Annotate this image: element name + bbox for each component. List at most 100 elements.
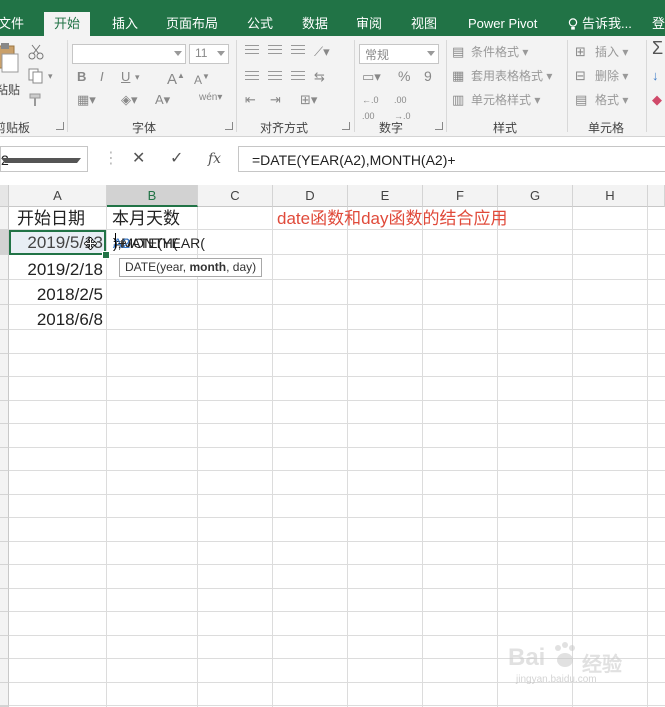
increase-font-icon[interactable]: A▲ — [167, 68, 185, 88]
row-header[interactable] — [0, 541, 9, 565]
decrease-font-icon[interactable]: A▼ — [194, 69, 210, 88]
row-header[interactable] — [0, 471, 9, 495]
align-right-icon[interactable] — [291, 71, 305, 83]
cell-styles-icon[interactable]: ▥ — [452, 92, 464, 108]
delete-cells-icon[interactable]: ⊟ — [575, 68, 586, 84]
number-launcher-icon[interactable] — [435, 122, 443, 130]
font-name-select[interactable] — [72, 44, 186, 64]
tab-data[interactable]: 数据 — [302, 11, 328, 36]
column-header-d[interactable]: D — [273, 185, 348, 207]
conditional-format-icon[interactable]: ▤ — [452, 44, 464, 60]
column-header-partial[interactable] — [648, 185, 665, 207]
percent-button[interactable]: % — [398, 68, 410, 84]
worksheet-grid[interactable]: A B C D E F G H 开始日期 本月天数 date函数和day函数的结… — [0, 185, 665, 707]
autosum-button[interactable]: Σ — [652, 39, 663, 57]
tab-formulas[interactable]: 公式 — [247, 11, 273, 36]
delete-cells-button[interactable]: 删除 ▾ — [595, 68, 628, 84]
merge-center-icon[interactable]: ⊞▾ — [300, 92, 317, 108]
tab-page-layout[interactable]: 页面布局 — [166, 11, 218, 36]
cell-a1[interactable]: 开始日期 — [17, 209, 85, 229]
row-header[interactable] — [0, 494, 9, 518]
cell-b2-editing[interactable]: =DATE(YEAR(A2),MONTH(A2)+ — [107, 231, 327, 254]
tooltip-current-arg[interactable]: month — [189, 260, 226, 274]
row-header[interactable] — [0, 353, 9, 377]
row-header[interactable] — [0, 659, 9, 683]
font-size-select[interactable]: 11 — [189, 44, 229, 64]
underline-button[interactable]: U — [121, 69, 130, 85]
cell-d1[interactable]: date函数和day函数的结合应用 — [277, 209, 508, 229]
row-header[interactable] — [0, 635, 9, 659]
italic-button[interactable]: I — [100, 69, 104, 85]
row-header[interactable] — [0, 588, 9, 612]
tab-review[interactable]: 审阅 — [356, 11, 382, 36]
tell-me-box[interactable]: 告诉我... — [568, 11, 632, 36]
insert-cells-icon[interactable]: ⊞ — [575, 44, 586, 60]
row-header[interactable] — [0, 612, 9, 636]
tab-insert[interactable]: 插入 — [112, 11, 138, 36]
row-header[interactable] — [0, 305, 9, 330]
column-header-h[interactable]: H — [573, 185, 648, 207]
tab-home[interactable]: 开始 — [44, 12, 91, 36]
format-as-table-icon[interactable]: ▦ — [452, 68, 464, 84]
cell-a4[interactable]: 2018/2/5 — [9, 285, 103, 305]
phonetic-guide-icon[interactable]: wén▾ — [199, 90, 222, 106]
underline-dropdown-icon[interactable]: ▾ — [135, 69, 140, 85]
row-header[interactable] — [0, 447, 9, 471]
cell-b1[interactable]: 本月天数 — [112, 209, 180, 229]
conditional-format-button[interactable]: 条件格式 ▾ — [471, 44, 528, 60]
cut-icon[interactable] — [28, 44, 44, 60]
tab-power-pivot[interactable]: Power Pivot — [468, 11, 537, 36]
cell-a5[interactable]: 2018/6/8 — [9, 310, 103, 330]
decrease-indent-icon[interactable]: ⇤ — [245, 92, 256, 108]
paste-icon[interactable] — [0, 42, 20, 82]
align-middle-icon[interactable] — [268, 45, 282, 57]
font-launcher-icon[interactable] — [225, 122, 233, 130]
column-header-a[interactable]: A — [9, 185, 107, 207]
bold-button[interactable]: B — [77, 69, 86, 85]
user-sign-in[interactable]: 登 — [652, 11, 665, 36]
number-format-select[interactable]: 常规 — [359, 44, 439, 64]
alignment-launcher-icon[interactable] — [342, 122, 350, 130]
row-header[interactable] — [0, 207, 9, 230]
orientation-icon[interactable]: ⟋▾ — [314, 44, 330, 60]
insert-function-button[interactable]: fx — [208, 149, 221, 169]
fill-icon[interactable]: ↓ — [652, 68, 659, 84]
column-header-f[interactable]: F — [423, 185, 498, 207]
format-cells-button[interactable]: 格式 ▾ — [595, 92, 628, 108]
font-color-icon[interactable]: A▾ — [155, 92, 170, 108]
tab-file[interactable]: 文件 — [0, 11, 24, 36]
copy-icon[interactable] — [28, 68, 44, 84]
column-header-e[interactable]: E — [348, 185, 423, 207]
copy-dropdown-icon[interactable]: ▾ — [48, 68, 53, 84]
align-left-icon[interactable] — [245, 71, 259, 83]
row-header[interactable] — [0, 255, 9, 280]
format-as-table-button[interactable]: 套用表格格式 ▾ — [471, 68, 552, 84]
insert-cells-button[interactable]: 插入 ▾ — [595, 44, 628, 60]
align-bottom-icon[interactable] — [291, 45, 305, 57]
clear-icon[interactable]: ◆ — [652, 92, 662, 108]
increase-decimal-icon[interactable]: ←.0.00 — [362, 92, 379, 124]
format-cells-icon[interactable]: ▤ — [575, 92, 587, 108]
tab-view[interactable]: 视图 — [411, 11, 437, 36]
row-header[interactable] — [0, 565, 9, 589]
row-header[interactable] — [0, 682, 9, 706]
increase-indent-icon[interactable]: ⇥ — [270, 92, 281, 108]
cell-a3[interactable]: 2019/2/18 — [9, 260, 103, 280]
row-header[interactable] — [0, 377, 9, 401]
align-center-icon[interactable] — [268, 71, 282, 83]
align-top-icon[interactable] — [245, 45, 259, 57]
currency-icon[interactable]: ▭▾ — [362, 69, 381, 85]
enter-check-icon[interactable]: ✓ — [170, 149, 183, 169]
select-all-corner[interactable] — [0, 185, 9, 207]
column-header-g[interactable]: G — [498, 185, 573, 207]
row-header[interactable] — [0, 280, 9, 305]
formula-input[interactable]: =DATE(YEAR(A2),MONTH(A2)+ — [238, 146, 665, 172]
name-box[interactable]: 2 — [0, 146, 88, 172]
borders-icon[interactable]: ▦▾ — [77, 92, 96, 108]
clipboard-launcher-icon[interactable] — [56, 122, 64, 130]
splitter-icon[interactable]: ⋮ — [103, 149, 119, 169]
row-header[interactable] — [0, 330, 9, 354]
format-painter-icon[interactable] — [28, 92, 44, 108]
wrap-text-icon[interactable]: ⇆ — [314, 69, 325, 85]
row-header[interactable] — [0, 518, 9, 542]
